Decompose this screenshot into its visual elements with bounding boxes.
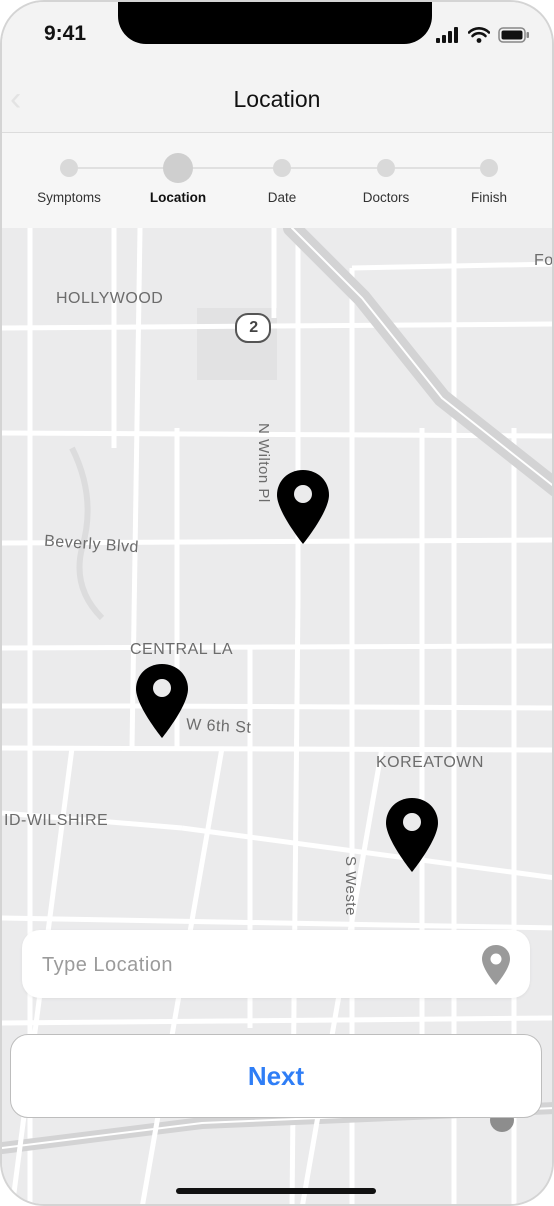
map-label-s-western: S Weste xyxy=(342,856,359,916)
map-pin-icon[interactable] xyxy=(384,796,440,876)
map-label-mid-wilshire: ID-WILSHIRE xyxy=(4,812,109,829)
cellular-signal-icon xyxy=(436,27,458,43)
wifi-icon xyxy=(468,27,490,43)
location-search-field[interactable] xyxy=(22,930,530,1000)
system-icons xyxy=(436,26,530,44)
map-label-w-6th: W 6th St xyxy=(185,716,252,737)
map-label-n-wilton: N Wilton Pl xyxy=(255,423,272,503)
step-label: Date xyxy=(267,190,297,205)
map-label-koreatown: KOREATOWN xyxy=(376,754,484,771)
step-label: Finish xyxy=(470,190,507,205)
step-location[interactable]: Location xyxy=(123,133,233,228)
map-label-partial: Fo xyxy=(534,252,554,269)
navigation-bar: ‹ Location xyxy=(2,64,552,133)
notch xyxy=(118,2,432,44)
home-indicator xyxy=(176,1188,376,1194)
battery-icon xyxy=(498,27,529,43)
step-dot xyxy=(480,159,498,177)
step-dot xyxy=(60,159,78,177)
map-label-central-la: CENTRAL LA xyxy=(130,641,234,658)
step-dot xyxy=(273,159,291,177)
map-pin-icon[interactable] xyxy=(275,468,331,548)
phone-frame: 9:41 ‹ Location Symptoms Location Date D… xyxy=(0,0,554,1206)
route-shield-number: 2 xyxy=(249,319,259,336)
location-input[interactable] xyxy=(40,930,464,1000)
step-label: Location xyxy=(149,190,207,205)
next-button-label: Next xyxy=(247,1060,305,1091)
map-label-hollywood: HOLLYWOOD xyxy=(56,290,164,307)
status-time: 9:41 xyxy=(44,22,87,45)
next-button[interactable]: Next xyxy=(10,1034,542,1118)
step-dot xyxy=(377,159,395,177)
map-pin-icon[interactable] xyxy=(134,662,190,742)
step-doctors[interactable]: Doctors xyxy=(331,133,441,228)
step-dot-active xyxy=(163,153,193,183)
step-finish[interactable]: Finish xyxy=(434,133,544,228)
step-symptoms[interactable]: Symptoms xyxy=(14,133,124,228)
step-label: Doctors xyxy=(362,190,410,205)
status-bar: 9:41 xyxy=(2,2,552,64)
step-date[interactable]: Date xyxy=(227,133,337,228)
step-label: Symptoms xyxy=(37,190,101,205)
progress-stepper: Symptoms Location Date Doctors Finish xyxy=(2,133,552,228)
location-pin-icon[interactable] xyxy=(480,944,512,986)
page-title: Location xyxy=(233,86,321,112)
